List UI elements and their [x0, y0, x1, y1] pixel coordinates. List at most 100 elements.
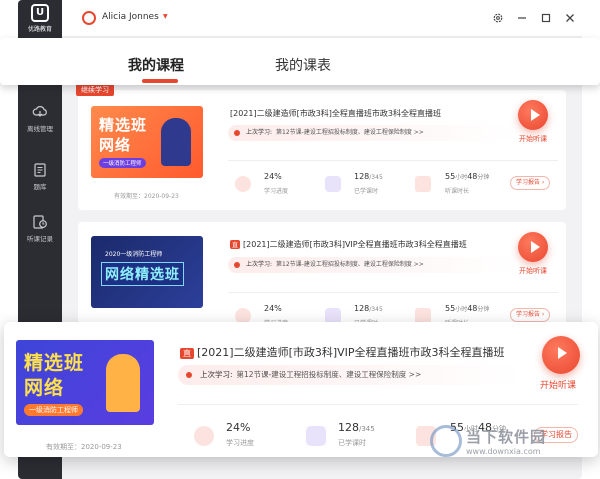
duration-hours: 55 [445, 304, 456, 313]
lessons-value: 128/345 [338, 421, 375, 434]
duration-minutes-unit: 分钟 [477, 306, 490, 313]
course-thumbnail: 精选班 网络 一级消防工程师 [16, 340, 154, 425]
play-button-label[interactable]: 开始听课 [540, 378, 576, 391]
valid-until: 有效期至：2020-09-23 [46, 443, 122, 451]
course-title-text: [2021]二级建造师[市政3科]VIP全程直播班市政3科全程直播班 [197, 346, 505, 359]
report-label: 学习报告 [516, 311, 541, 318]
thumbnail-subtitle: 2020一级消防工程师 [105, 251, 163, 258]
document-icon [34, 163, 46, 177]
last-study-label: 上次学习: [200, 370, 233, 379]
continue-study-tag: 继续学习 [76, 84, 114, 96]
duration-value: 55小时48分钟 [445, 304, 489, 313]
duration-icon [415, 176, 431, 192]
lessons-value: 128/345 [354, 304, 383, 313]
cloud-download-icon [32, 106, 47, 117]
close-icon[interactable] [564, 12, 576, 24]
maximize-icon[interactable] [540, 12, 552, 24]
app-logo: U 优路教育 [23, 2, 57, 38]
sidebar-item-history[interactable]: 听课记录 [18, 214, 62, 243]
divider [228, 160, 558, 161]
valid-until: 有效期至：2020-09-23 [114, 193, 179, 200]
last-study[interactable]: 上次学习: 第12节课-建设工程招投标制度、建设工程保险制度 >> [228, 257, 518, 273]
report-button[interactable]: 学习报告 › [510, 308, 551, 322]
report-button[interactable]: 学习报告 › [510, 176, 551, 190]
course-title-text: [2021]二级建造师[市政3科]VIP全程直播班市政3科全程直播班 [243, 240, 467, 249]
play-button[interactable] [518, 100, 548, 130]
play-small-icon [234, 130, 240, 136]
duration-value: 55小时48分钟 [445, 172, 489, 181]
course-card[interactable]: 精选班 网络 一级消防工程师 有效期至：2020-09-23 [2021]二级建… [78, 90, 566, 210]
watermark-logo-icon [430, 425, 462, 457]
sidebar-item-label: 听课记录 [27, 235, 53, 243]
play-button-label[interactable]: 开始听课 [519, 134, 547, 144]
progress-label: 学习进度 [264, 188, 289, 195]
progress-value: 24% [264, 304, 282, 313]
course-title[interactable]: 直 [2021]二级建造师[市政3科]VIP全程直播班市政3科全程直播班 [180, 344, 505, 360]
settings-icon[interactable] [492, 12, 504, 24]
title-bar: Alicia Jonnes ▼ [62, 0, 582, 36]
duration-minutes: 48 [467, 172, 478, 181]
lessons-value: 128/345 [354, 172, 383, 181]
sidebar-item-questions[interactable]: 题库 [18, 162, 62, 191]
thumbnail-subtitle: 一级消防工程师 [24, 404, 83, 416]
thumbnail-title: 精选班 [99, 116, 148, 134]
user-name[interactable]: Alicia Jonnes [102, 12, 159, 22]
last-study[interactable]: 上次学习: 第12节课-建设工程招投标制度、建设工程保险制度 >> [228, 125, 518, 141]
last-study-label: 上次学习: [246, 129, 273, 136]
sidebar-item-label: 题库 [33, 183, 47, 191]
watermark-url: www.downxia.com [466, 447, 541, 456]
course-tabs: 我的课程 我的课表 [0, 38, 600, 85]
active-tab-indicator [142, 79, 178, 83]
play-small-icon [234, 262, 240, 268]
avatar[interactable] [82, 11, 96, 25]
course-title[interactable]: 直 [2021]二级建造师[市政3科]VIP全程直播班市政3科全程直播班 [230, 239, 467, 250]
chevron-down-icon[interactable]: ▼ [163, 13, 168, 20]
thumbnail-title: 精选班 [24, 352, 85, 374]
thumbnail-title: 网络精选班 [101, 262, 184, 286]
play-button[interactable] [542, 336, 580, 374]
progress-icon [235, 176, 251, 192]
course-thumbnail: 精选班 网络 一级消防工程师 [91, 106, 203, 178]
calendar-icon [306, 426, 326, 446]
sidebar-item-label: 离线管理 [27, 125, 53, 133]
duration-hours-unit: 小时 [455, 174, 468, 181]
course-card[interactable]: 2020一级消防工程师 网络精选班 直 [2021]二级建造师[市政3科]VIP全… [78, 222, 566, 332]
play-button-label[interactable]: 开始听课 [519, 266, 547, 276]
lessons-total: /345 [369, 306, 383, 313]
lessons-count: 128 [338, 421, 359, 434]
watermark-text: 当下软件园 www.downxia.com [466, 426, 546, 456]
sidebar-item-offline[interactable]: 离线管理 [18, 104, 62, 133]
tab-my-schedule[interactable]: 我的课表 [275, 55, 331, 75]
last-study[interactable]: 上次学习: 第12节课-建设工程招投标制度、建设工程保险制度 >> [178, 365, 523, 385]
duration-hours-unit: 小时 [455, 306, 468, 313]
logo-mark: U [31, 4, 49, 22]
play-small-icon [186, 372, 192, 378]
last-study-label: 上次学习: [246, 261, 273, 268]
course-title[interactable]: [2021]二级建造师[市政3科]全程直播班市政3科全程直播班 [230, 108, 441, 119]
play-button[interactable] [518, 232, 548, 262]
lessons-total: /345 [359, 425, 375, 433]
live-badge: 直 [230, 240, 241, 249]
duration-minutes: 48 [467, 304, 478, 313]
thumbnail-title-2: 网络 [99, 136, 132, 154]
report-label: 学习报告 [516, 179, 541, 186]
divider [228, 292, 558, 293]
lessons-label: 已学课时 [354, 188, 379, 195]
watermark: 当下软件园 www.downxia.com [430, 425, 546, 457]
progress-label: 学习进度 [226, 439, 254, 447]
watermark-title: 当下软件园 [466, 428, 547, 446]
tab-my-courses[interactable]: 我的课程 [128, 55, 184, 75]
live-badge: 直 [180, 348, 194, 359]
last-study-text: 第12节课-建设工程招投标制度、建设工程保险制度 >> [276, 129, 424, 136]
last-study-text: 第12节课-建设工程招投标制度、建设工程保险制度 >> [236, 370, 422, 379]
duration-label: 听课时长 [445, 188, 470, 195]
duration-minutes-unit: 分钟 [477, 174, 490, 181]
calendar-icon [325, 176, 341, 192]
thumbnail-figure [161, 118, 191, 166]
lessons-count: 128 [354, 304, 370, 313]
duration-hours: 55 [445, 172, 456, 181]
course-thumbnail: 2020一级消防工程师 网络精选班 [91, 236, 203, 308]
lessons-label: 已学课时 [338, 439, 366, 447]
minimize-icon[interactable] [516, 12, 528, 24]
clock-record-icon [33, 215, 47, 229]
